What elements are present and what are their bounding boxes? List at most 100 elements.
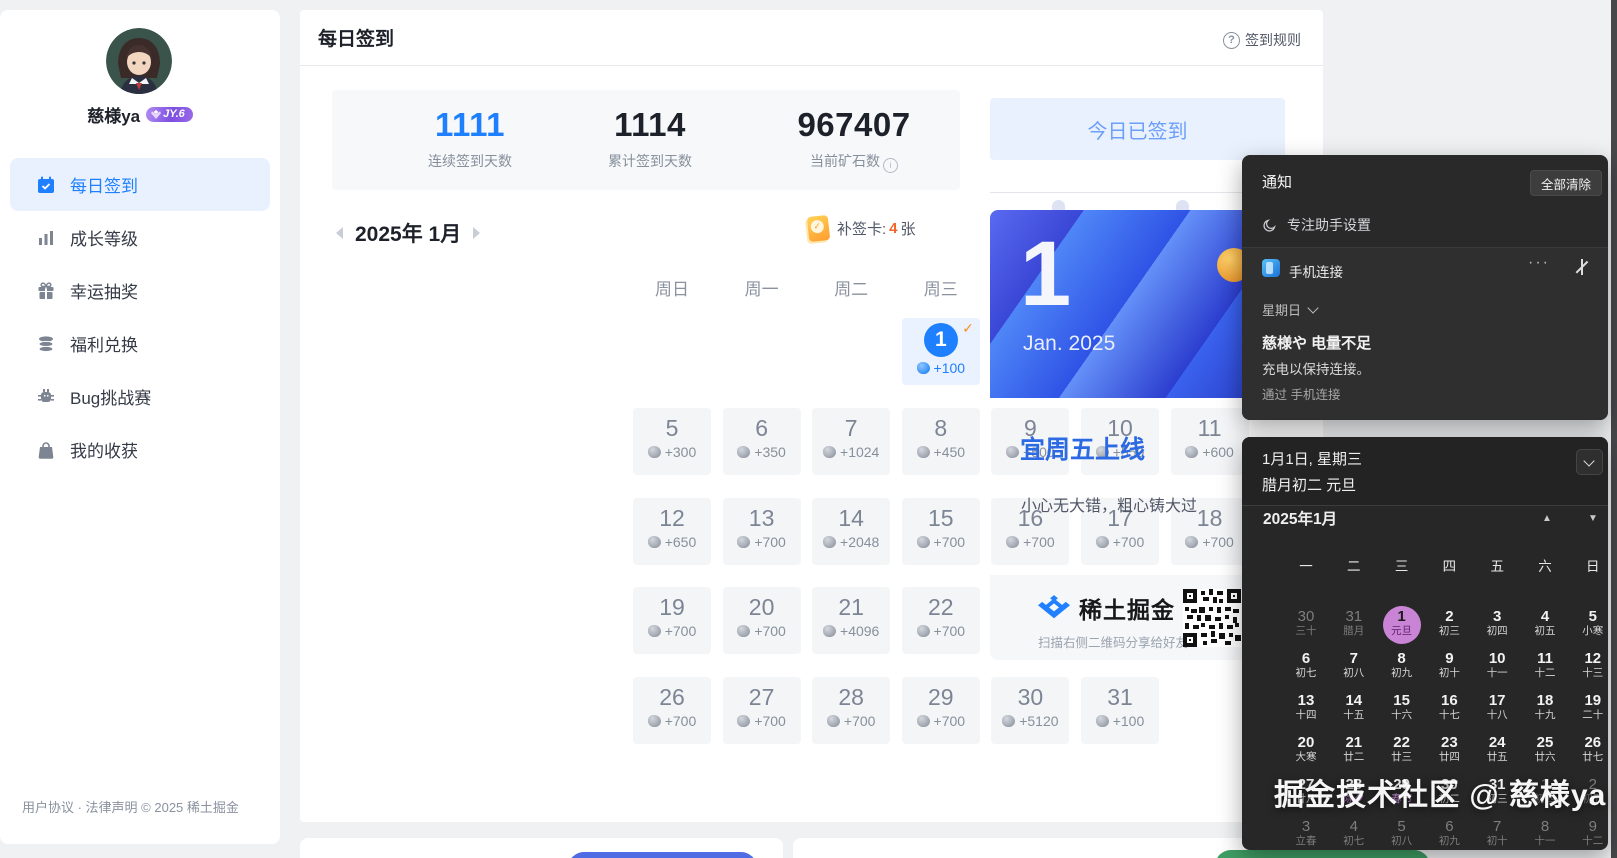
win-day-lunar: 十八 xyxy=(1486,709,1508,721)
sidebar-item-label: 我的收获 xyxy=(70,442,138,461)
signin-day-11[interactable]: 11 +600 xyxy=(1170,408,1249,475)
win-day-number: 7 xyxy=(1493,818,1502,835)
day-number: 8 xyxy=(934,415,948,441)
sidebar-item-成长等级[interactable]: 成长等级 xyxy=(10,211,270,264)
win-day-lunar: 十九 xyxy=(1534,709,1556,721)
sidebar-item-Bug挑战赛[interactable]: Bug挑战赛 xyxy=(10,370,270,423)
win-calendar-day-1[interactable]: 1 元旦 xyxy=(1378,606,1425,648)
signin-day-29[interactable]: 29 +700 xyxy=(901,676,980,744)
win-calendar-day-22[interactable]: 22 廿三 xyxy=(1378,734,1425,774)
signin-day-14[interactable]: 14 +2048 xyxy=(812,497,891,565)
signin-day-13[interactable]: 13 +700 xyxy=(722,497,801,565)
win-calendar-day-6[interactable]: 6 初七 xyxy=(1283,650,1330,690)
signin-day-7[interactable]: 7 +1024 xyxy=(812,408,891,475)
win-calendar-day-3[interactable]: 3 初四 xyxy=(1474,608,1521,648)
chevron-down-icon xyxy=(1307,302,1319,314)
bottom-green-button[interactable] xyxy=(1215,850,1430,858)
collapse-calendar-button[interactable] xyxy=(1576,449,1603,475)
win-calendar-day-21[interactable]: 21 廿二 xyxy=(1330,734,1377,774)
signin-day-21[interactable]: 21 +4096 xyxy=(812,587,891,654)
win-calendar-day-24[interactable]: 24 廿五 xyxy=(1474,734,1521,774)
win-calendar-day-13[interactable]: 13 十四 xyxy=(1283,692,1330,732)
bottom-blue-button[interactable] xyxy=(568,852,757,858)
calendar-down-arrow[interactable]: ▼ xyxy=(1588,513,1598,524)
day-bonus: +700 xyxy=(1171,534,1249,550)
ore-icon xyxy=(916,625,930,637)
win-calendar-day-14[interactable]: 14 十五 xyxy=(1330,692,1377,732)
win-calendar-day-9[interactable]: 9 十二 xyxy=(1569,818,1608,850)
sidebar-item-每日签到[interactable]: 每日签到 xyxy=(10,158,270,211)
win-calendar-day-2[interactable]: 2 初三 xyxy=(1426,608,1473,648)
sidebar-item-福利兑换[interactable]: 福利兑换 xyxy=(10,317,270,370)
signin-rules-link[interactable]: ? 签到规则 xyxy=(1223,30,1301,50)
signin-day-15[interactable]: 15 +700 xyxy=(901,497,980,565)
notification-headline: 慈様や 电量不足 xyxy=(1262,335,1372,352)
month-label: 2025年 1月 xyxy=(355,223,462,246)
win-calendar-day-5[interactable]: 5 初八 xyxy=(1378,818,1425,850)
notification-card[interactable]: 手机连接 ··· 星期日 慈様や 电量不足 充电以保持连接。 通过 手机连接 xyxy=(1242,247,1608,420)
close-icon[interactable] xyxy=(1574,259,1590,275)
win-calendar-day-9[interactable]: 9 初十 xyxy=(1426,650,1473,690)
sidebar-item-我的收获[interactable]: 我的收获 xyxy=(10,423,270,476)
win-calendar-day-20[interactable]: 20 大寒 xyxy=(1283,734,1330,774)
signin-day-22[interactable]: 22 +700 xyxy=(901,587,980,654)
win-calendar-day-25[interactable]: 25 廿六 xyxy=(1522,734,1569,774)
win-calendar-day-3[interactable]: 3 立春 xyxy=(1283,818,1330,850)
win-calendar-day-4[interactable]: 4 初七 xyxy=(1330,818,1377,850)
info-icon[interactable]: i xyxy=(883,158,898,173)
sidebar-item-label: 每日签到 xyxy=(70,177,138,196)
win-calendar-day-11[interactable]: 11 十二 xyxy=(1522,650,1569,690)
focus-assist-settings[interactable]: 专注助手设置 xyxy=(1262,215,1371,235)
weekday-label: 周二 xyxy=(834,280,869,299)
chart-icon xyxy=(36,228,56,248)
signin-day-28[interactable]: 28 +700 xyxy=(812,676,891,744)
clear-all-button[interactable]: 全部清除 xyxy=(1530,170,1602,196)
win-calendar-day-8[interactable]: 8 初九 xyxy=(1378,650,1425,690)
ore-icon xyxy=(823,446,837,458)
signed-in-today-button[interactable]: 今日已签到 xyxy=(990,98,1285,160)
signin-day-19[interactable]: 19 +700 xyxy=(633,587,711,654)
signin-day-1[interactable]: 1 ✓ +100 xyxy=(901,318,980,385)
win-day-lunar: 十一 xyxy=(1534,835,1556,847)
win-calendar-day-6[interactable]: 6 初九 xyxy=(1426,818,1473,850)
win-calendar-day-5[interactable]: 5 小寒 xyxy=(1569,608,1608,648)
stat-value: 967407 xyxy=(797,106,911,143)
signin-day-8[interactable]: 8 +450 xyxy=(901,408,980,475)
signin-day-27[interactable]: 27 +700 xyxy=(722,676,801,744)
win-calendar-day-23[interactable]: 23 廿四 xyxy=(1426,734,1473,774)
sidebar-item-幸运抽奖[interactable]: 幸运抽奖 xyxy=(10,264,270,317)
day-number: 27 xyxy=(748,683,775,710)
ore-icon xyxy=(916,535,930,548)
signin-day-26[interactable]: 26 +700 xyxy=(633,676,711,744)
notification-group[interactable]: 星期日 xyxy=(1262,300,1319,319)
signin-day-20[interactable]: 20 +700 xyxy=(722,587,801,654)
win-calendar-day-31[interactable]: 31 腊月 xyxy=(1330,608,1377,648)
win-calendar-day-18[interactable]: 18 十九 xyxy=(1522,692,1569,732)
win-calendar-day-19[interactable]: 19 二十 xyxy=(1569,692,1608,732)
win-calendar-day-17[interactable]: 17 十八 xyxy=(1474,692,1521,732)
win-calendar-day-26[interactable]: 26 廿七 xyxy=(1569,734,1608,774)
avatar[interactable] xyxy=(106,28,172,94)
signin-day-5[interactable]: 5 +300 xyxy=(633,408,711,475)
calendar-month-label: 2025年1月 xyxy=(1263,511,1338,528)
win-calendar-day-16[interactable]: 16 十七 xyxy=(1426,692,1473,732)
win-day-lunar: 初三 xyxy=(1438,625,1460,637)
signin-day-12[interactable]: 12 +650 xyxy=(633,497,711,565)
win-calendar-day-7[interactable]: 7 初八 xyxy=(1330,650,1377,690)
win-calendar-day-15[interactable]: 15 十六 xyxy=(1378,692,1425,732)
win-calendar-day-8[interactable]: 8 十一 xyxy=(1522,818,1569,850)
win-calendar-day-12[interactable]: 12 十三 xyxy=(1569,650,1608,690)
resign-card-info[interactable]: 补签卡: 4 张 xyxy=(806,214,916,243)
calendar-up-arrow[interactable]: ▲ xyxy=(1542,513,1552,524)
win-calendar-day-10[interactable]: 10 十一 xyxy=(1474,650,1521,690)
more-options-icon[interactable]: ··· xyxy=(1528,254,1550,272)
day-number: 14 xyxy=(838,504,864,531)
win-calendar-day-30[interactable]: 30 三十 xyxy=(1283,608,1330,648)
signin-day-31[interactable]: 31 +100 xyxy=(1081,676,1159,744)
win-calendar-day-4[interactable]: 4 初五 xyxy=(1522,608,1569,648)
prev-month-arrow[interactable] xyxy=(336,227,343,239)
win-calendar-day-7[interactable]: 7 初十 xyxy=(1474,818,1521,850)
signin-day-30[interactable]: 30 +5120 xyxy=(991,676,1070,744)
next-month-arrow[interactable] xyxy=(473,227,481,239)
signin-day-6[interactable]: 6 +350 xyxy=(722,408,801,475)
